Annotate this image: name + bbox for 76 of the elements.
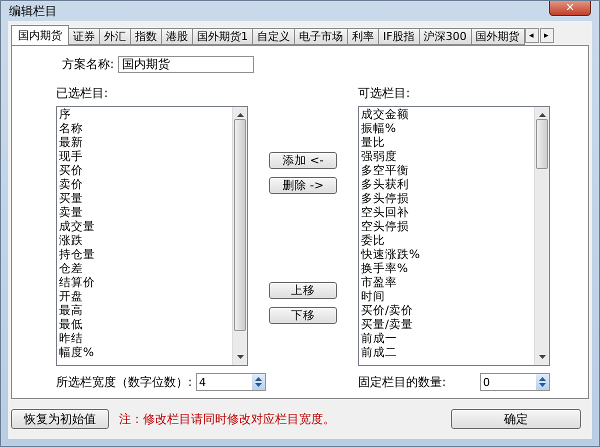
tab[interactable]: 指数 (130, 28, 162, 45)
list-item[interactable]: 空头回补 (361, 205, 534, 219)
list-item[interactable]: 结算价 (59, 275, 232, 289)
list-item[interactable]: 振幅% (361, 121, 534, 135)
list-item[interactable]: 市盈率 (361, 275, 534, 289)
reset-button[interactable]: 恢复为初始值 (11, 409, 109, 429)
list-item[interactable]: 买价 (59, 163, 232, 177)
scheme-name-input[interactable]: 国内期货 (118, 56, 254, 73)
list-item[interactable]: 快速涨跌% (361, 247, 534, 261)
list-item[interactable]: 多空平衡 (361, 163, 534, 177)
list-item[interactable]: 开盘 (59, 289, 232, 303)
move-button[interactable]: 下移 (269, 307, 337, 324)
list-item[interactable]: 名称 (59, 121, 232, 135)
tab[interactable]: 电子市场 (294, 28, 348, 45)
list-item[interactable]: 多头获利 (361, 177, 534, 191)
tab[interactable]: 港股 (161, 28, 193, 45)
width-spinner[interactable]: 4 (196, 373, 266, 391)
list-item[interactable]: 多头停损 (361, 191, 534, 205)
list-label: 已选栏目: (56, 85, 110, 102)
list-item[interactable]: 时间 (361, 289, 534, 303)
fixed-count-spinner[interactable]: 0 (480, 373, 550, 391)
tab[interactable]: 国外期货1 (192, 28, 253, 45)
list-item[interactable]: 卖量 (59, 205, 232, 219)
tab-scroll-button[interactable]: ◂ (524, 28, 539, 42)
list-item[interactable]: 委比 (361, 233, 534, 247)
up-arrow-icon (538, 113, 546, 117)
list-item[interactable]: 最高 (59, 303, 232, 317)
list-item[interactable]: 序 (59, 107, 232, 121)
down-arrow-icon (538, 355, 546, 359)
list-item[interactable]: 现手 (59, 149, 232, 163)
list-item[interactable]: 卖价 (59, 177, 232, 191)
list-item[interactable]: 成交金额 (361, 107, 534, 121)
tab[interactable]: 利率 (347, 28, 379, 45)
note-text: 注：修改栏目请同时修改对应栏目宽度。 (119, 410, 336, 428)
tab[interactable]: 国外期货 (470, 28, 525, 45)
spin-arrows-icon[interactable] (536, 374, 549, 390)
list-item[interactable]: 换手率% (361, 261, 534, 275)
ok-button[interactable]: 确定 (451, 409, 581, 429)
window-title: 编辑栏目 (9, 2, 57, 20)
list-item[interactable]: 前成二 (361, 345, 534, 359)
tab[interactable]: 自定义 (252, 28, 295, 45)
scrollbar[interactable] (534, 107, 549, 365)
tab[interactable]: 沪深300 (418, 28, 472, 45)
list-item[interactable]: 量比 (361, 135, 534, 149)
list-item[interactable]: 最低 (59, 317, 232, 331)
list-label: 可选栏目: (358, 85, 412, 102)
up-arrow-icon (236, 113, 244, 117)
tab[interactable]: IF股指 (378, 28, 420, 45)
move-button[interactable]: 上移 (269, 282, 337, 299)
field-label: 固定栏目的数量: (358, 374, 446, 390)
move-button[interactable]: 添加 <- (269, 152, 337, 169)
tab[interactable]: 外汇 (99, 28, 131, 45)
list-item[interactable]: 强弱度 (361, 149, 534, 163)
list-item[interactable]: 空头停损 (361, 219, 534, 233)
list-item[interactable]: 仓差 (59, 261, 232, 275)
list-item[interactable]: 买量/卖量 (361, 317, 534, 331)
down-arrow-icon (236, 355, 244, 359)
field-label: 方案名称: (62, 56, 114, 73)
list-item[interactable]: 买价/卖价 (361, 303, 534, 317)
list-item[interactable]: 最新 (59, 135, 232, 149)
list-item[interactable]: 幅度% (59, 345, 232, 359)
scroll-thumb[interactable] (536, 119, 548, 169)
list-item[interactable]: 涨跌 (59, 233, 232, 247)
spin-arrows-icon[interactable] (252, 374, 266, 390)
field-label: 所选栏宽度（数字位数）: (56, 374, 192, 390)
list-item[interactable]: 成交量 (59, 219, 232, 233)
tab[interactable]: 国内期货 (11, 25, 69, 45)
tab[interactable]: 证券 (68, 28, 100, 45)
tab-scroll-button[interactable]: ▸ (540, 28, 554, 42)
list-item[interactable]: 买量 (59, 191, 232, 205)
scroll-thumb[interactable] (234, 119, 246, 331)
list-item[interactable]: 昨结 (59, 331, 232, 345)
scrollbar[interactable] (232, 107, 247, 365)
list-item[interactable]: 前成一 (361, 331, 534, 345)
list-item[interactable]: 持仓量 (59, 247, 232, 261)
move-button[interactable]: 删除 -> (269, 177, 337, 194)
